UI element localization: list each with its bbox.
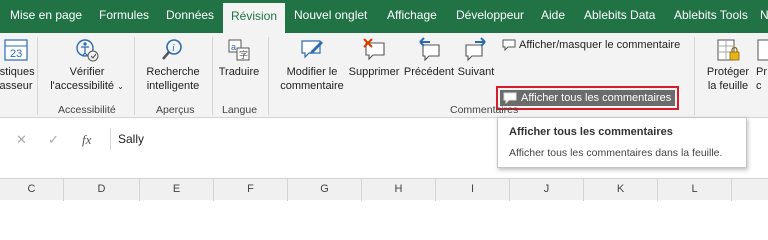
protect-workbook-button[interactable]: Pr c [756, 37, 768, 93]
next-label: Suivant [457, 66, 495, 78]
delete-comment-icon [363, 38, 385, 61]
group-separator [268, 37, 269, 115]
name-box[interactable] [0, 126, 2, 148]
previous-comment-icon [419, 37, 440, 62]
svg-text:23: 23 [10, 48, 22, 60]
tooltip-title: Afficher tous les commentaires [509, 126, 673, 138]
column-header[interactable]: I [436, 179, 510, 201]
show-all-comments-icon [503, 92, 517, 104]
tab-developpeur[interactable]: Développeur [456, 8, 524, 22]
statistics-icon: 23 [4, 39, 28, 61]
statistics-label-1: istiques [0, 66, 35, 78]
previous-comment-button[interactable]: Précédent [402, 37, 456, 79]
column-header[interactable]: K [584, 179, 658, 201]
column-header[interactable]: E [140, 179, 214, 201]
workbook-statistics-button[interactable]: 23 istiques asseur [0, 37, 36, 93]
svg-text:字: 字 [239, 49, 248, 60]
insert-function-icon[interactable]: fx [82, 132, 91, 148]
show-all-comments-label: Afficher tous les commentaires [521, 92, 672, 104]
protect-workbook-label-2: c [756, 80, 762, 92]
next-comment-button[interactable]: Suivant [454, 37, 498, 79]
svg-text:i: i [172, 43, 175, 54]
column-header[interactable]: D [64, 179, 140, 201]
tab-mise-en-page[interactable]: Mise en page [10, 8, 82, 22]
translate-button[interactable]: a 字 Traduire [216, 37, 262, 79]
delete-label: Supprimer [348, 66, 400, 78]
statistics-label-2: asseur [0, 80, 33, 92]
group-separator [134, 37, 135, 115]
group-separator [694, 37, 695, 115]
edit-comment-label-1: Modifier le [286, 66, 338, 78]
protect-workbook-icon [757, 39, 768, 61]
formula-bar-divider [110, 128, 111, 150]
protect-sheet-label-1: Protéger [706, 66, 750, 78]
group-label-accessibility: Accessibilité [58, 104, 116, 116]
column-header[interactable]: F [214, 179, 288, 201]
accessibility-label-2: l'accessibilité ⌄ [48, 79, 126, 94]
translate-icon: a 字 [228, 39, 250, 61]
column-header[interactable]: G [288, 179, 362, 201]
ribbon-panel: 23 istiques asseur Vérifier l'accessibil… [0, 33, 768, 118]
translate-label: Traduire [218, 66, 260, 78]
column-header[interactable]: L [658, 179, 732, 201]
tab-overflow[interactable]: N [760, 8, 768, 22]
protect-sheet-button[interactable]: Protéger la feuille [702, 37, 754, 93]
smart-lookup-label-1: Recherche [146, 66, 200, 78]
group-label-comments: Commentaires [450, 104, 519, 116]
delete-comment-button[interactable]: Supprimer [346, 37, 402, 79]
tab-affichage[interactable]: Affichage [387, 8, 437, 22]
accessibility-check-icon [76, 39, 99, 62]
check-accessibility-button[interactable]: Vérifier l'accessibilité ⌄ [48, 37, 126, 94]
tab-ablebits-data[interactable]: Ablebits Data [584, 8, 655, 22]
tooltip-description: Afficher tous les commentaires dans la f… [509, 147, 723, 159]
accessibility-label-1: Vérifier [69, 66, 105, 78]
tab-donnees[interactable]: Données [166, 8, 214, 22]
tab-formules[interactable]: Formules [99, 8, 149, 22]
protect-sheet-icon [717, 39, 740, 61]
show-hide-comment-button[interactable]: Afficher/masquer le commentaire [502, 39, 680, 51]
tooltip: Afficher tous les commentaires Afficher … [497, 117, 747, 168]
column-header[interactable]: H [362, 179, 436, 201]
confirm-icon[interactable]: ✓ [48, 132, 59, 148]
next-comment-icon [465, 37, 486, 62]
column-header[interactable]: J [510, 179, 584, 201]
svg-text:a: a [231, 42, 236, 52]
chevron-down-icon: ⌄ [117, 82, 124, 91]
cancel-icon[interactable]: ✕ [16, 132, 27, 148]
tab-nouvel-onglet[interactable]: Nouvel onglet [294, 8, 367, 22]
ribbon-tab-bar: Mise en page Formules Données Révision N… [0, 0, 768, 33]
tab-revision[interactable]: Révision [223, 3, 286, 33]
group-label-language: Langue [222, 104, 258, 116]
edit-comment-icon [301, 40, 323, 59]
previous-label: Précédent [403, 66, 455, 78]
protect-workbook-label-1: Pr [756, 66, 767, 78]
group-separator [212, 37, 213, 115]
formula-input[interactable]: Sally [118, 132, 144, 146]
edit-comment-button[interactable]: Modifier le commentaire [276, 37, 348, 93]
smart-lookup-button[interactable]: i Recherche intelligente [140, 37, 206, 93]
group-label-insights: Aperçus [156, 104, 195, 116]
tab-ablebits-tools[interactable]: Ablebits Tools [674, 8, 748, 22]
column-headers: C D E F G H I J K L [0, 178, 768, 201]
column-header-partial[interactable] [732, 179, 768, 201]
group-separator [37, 37, 38, 115]
edit-comment-label-2: commentaire [280, 80, 344, 92]
show-all-comments-button[interactable]: Afficher tous les commentaires [500, 90, 675, 106]
accessibility-label-text: l'accessibilité [50, 80, 115, 92]
smart-lookup-label-2: intelligente [146, 80, 200, 92]
show-hide-comment-label: Afficher/masquer le commentaire [519, 39, 681, 51]
protect-sheet-label-2: la feuille [707, 80, 749, 92]
smart-lookup-icon: i [162, 39, 182, 60]
tab-aide[interactable]: Aide [541, 8, 565, 22]
show-hide-comment-icon [502, 39, 516, 51]
column-header[interactable]: C [0, 179, 64, 201]
